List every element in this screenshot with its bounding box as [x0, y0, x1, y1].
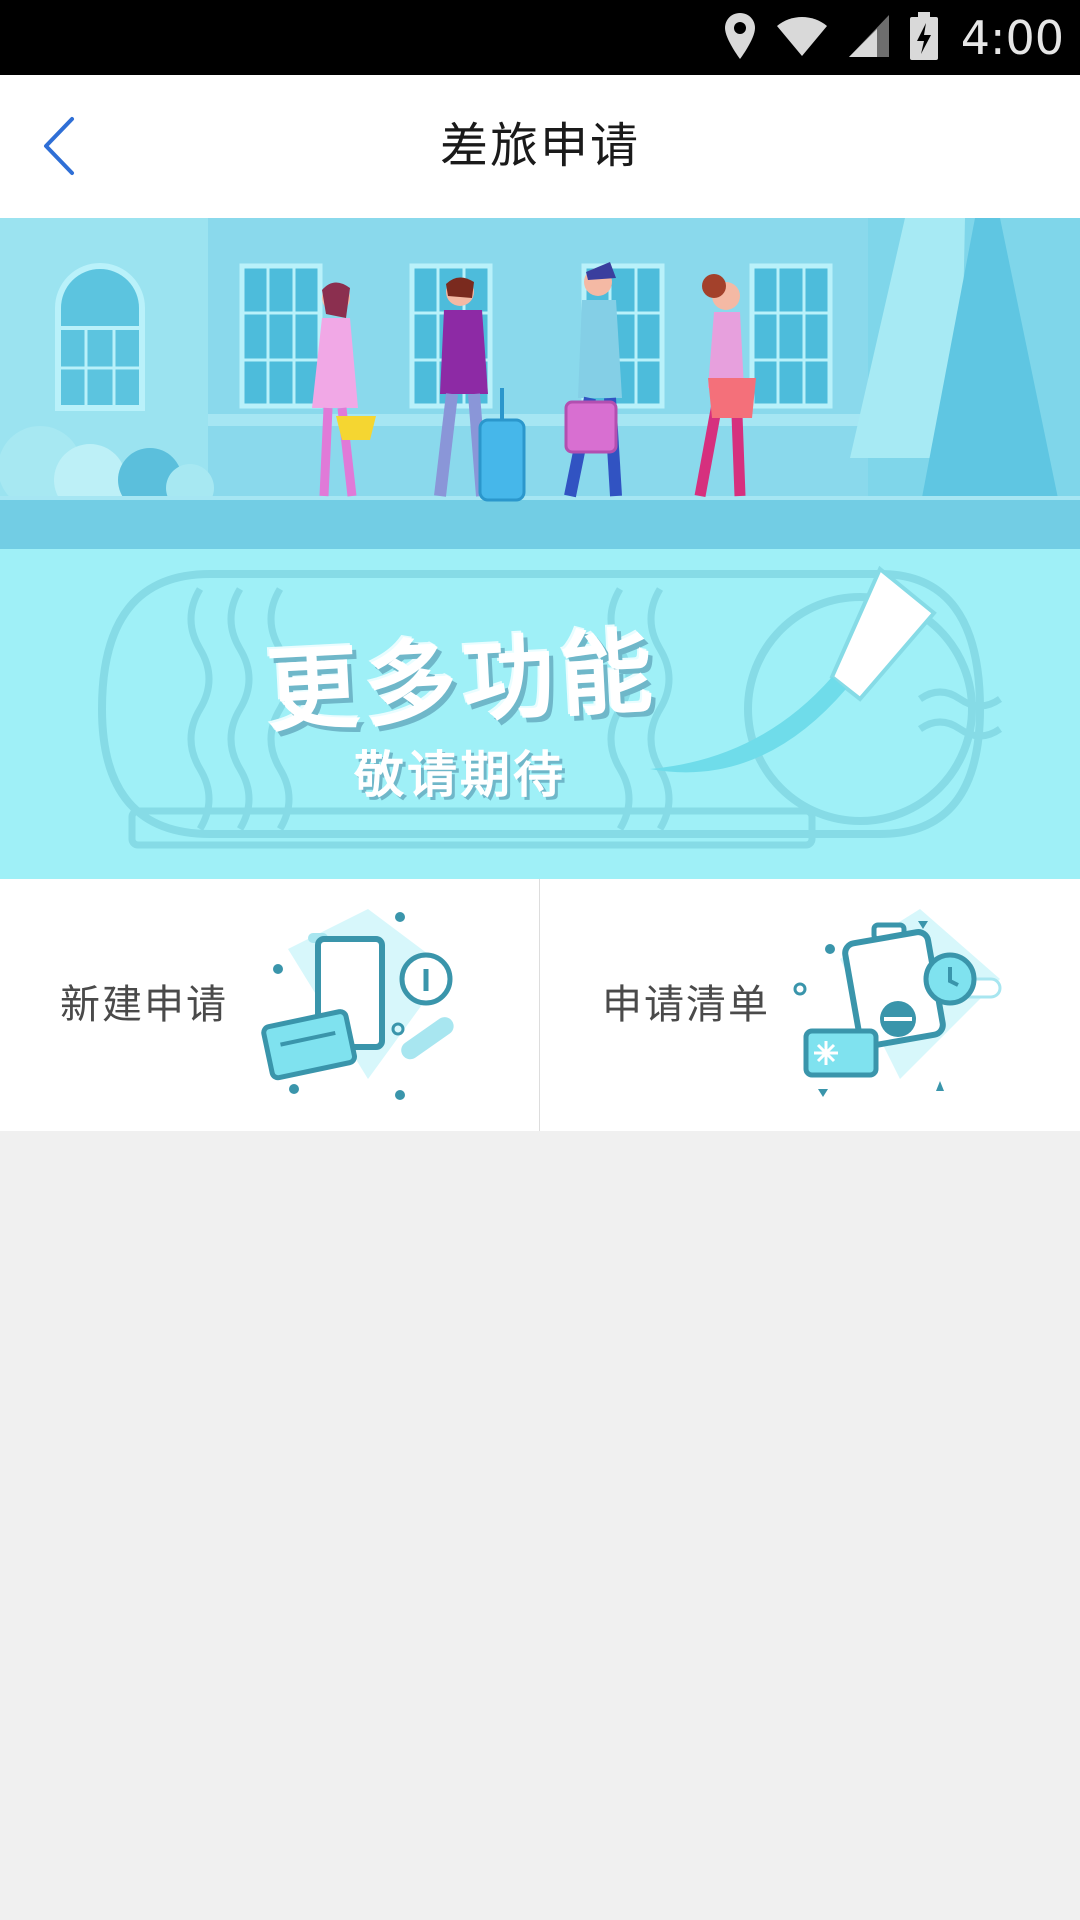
- screen: 4:00 差旅申请 更多功能 敬请期待 新建申请 申请清单: [0, 0, 1080, 1920]
- signal-icon: [847, 13, 891, 63]
- banner-coming-soon: 更多功能 敬请期待: [0, 549, 1080, 879]
- page-title: 差旅申请: [439, 118, 640, 174]
- application-list-button[interactable]: 申请清单: [540, 879, 1080, 1131]
- content-empty-area: [0, 1131, 1080, 1920]
- status-time: 4:00: [960, 10, 1064, 65]
- banner-travel-illustration: [0, 218, 1080, 549]
- wifi-icon: [775, 14, 829, 62]
- application-list-illustration: [793, 909, 1002, 1097]
- location-icon: [723, 11, 757, 65]
- new-application-illustration: [261, 909, 454, 1100]
- nav-bar: 差旅申请: [0, 75, 1080, 219]
- action-tiles: 新建申请 申请清单: [0, 879, 1080, 1131]
- new-application-label: 新建申请: [60, 982, 228, 1028]
- status-icons: 4:00: [723, 0, 1064, 75]
- status-bar: 4:00: [0, 0, 1080, 75]
- battery-charging-icon: [909, 11, 939, 65]
- banner-subline: 敬请期待: [354, 746, 566, 804]
- banner-headline: 更多功能: [263, 617, 661, 746]
- application-list-label: 申请清单: [602, 982, 770, 1028]
- new-application-button[interactable]: 新建申请: [0, 879, 540, 1131]
